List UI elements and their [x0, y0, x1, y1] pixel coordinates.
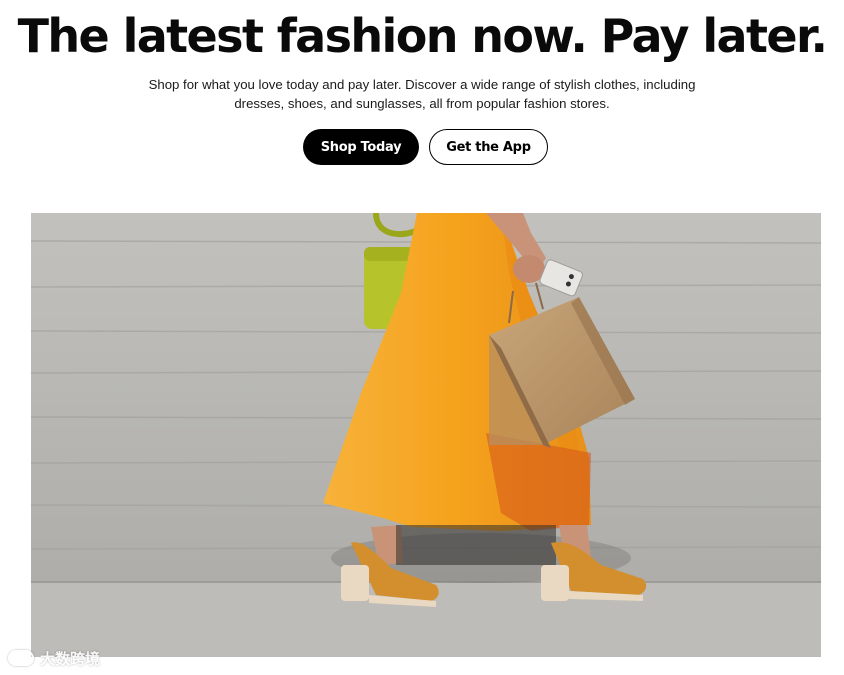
leg-shadow [396, 525, 556, 565]
watermark: 大数跨境 [8, 647, 100, 669]
page-headline: The latest fashion now. Pay later. [17, 9, 828, 63]
shop-today-button[interactable]: Shop Today [303, 129, 419, 165]
hero-image [31, 213, 821, 657]
watermark-logo-icon [8, 650, 34, 666]
landing-page: The latest fashion now. Pay later. Shop … [0, 0, 844, 675]
hero-illustration [31, 213, 821, 657]
hero-description: Shop for what you love today and pay lat… [148, 77, 696, 111]
get-the-app-button[interactable]: Get the App [429, 129, 548, 165]
watermark-text: 大数跨境 [40, 650, 101, 668]
